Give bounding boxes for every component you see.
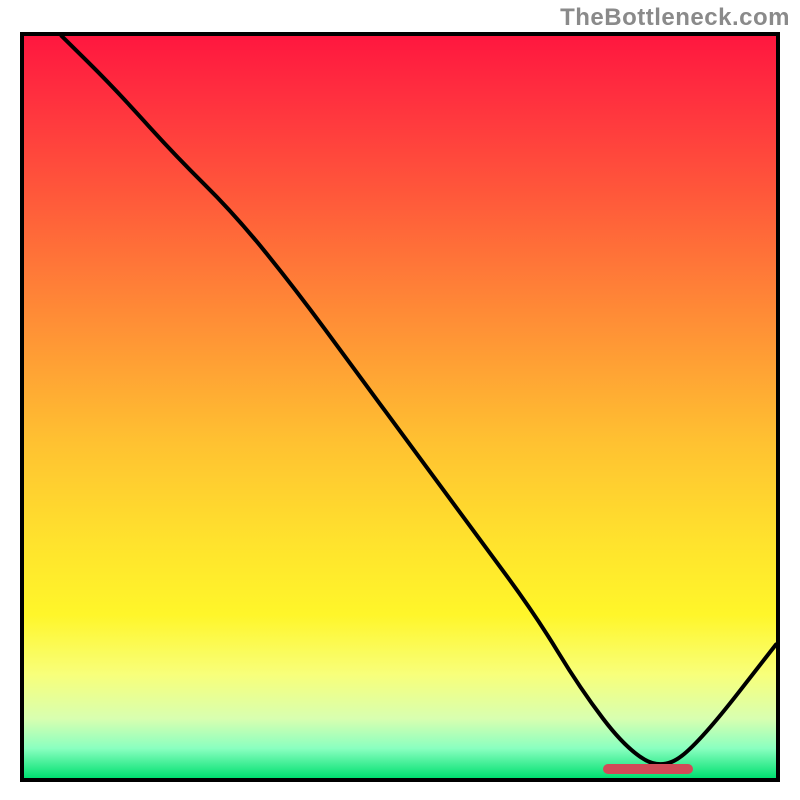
bottleneck-curve <box>24 36 776 778</box>
watermark-text: TheBottleneck.com <box>560 4 790 32</box>
chart-stage: TheBottleneck.com <box>0 0 800 800</box>
optimal-range-marker <box>603 764 693 774</box>
plot-frame <box>20 32 780 782</box>
